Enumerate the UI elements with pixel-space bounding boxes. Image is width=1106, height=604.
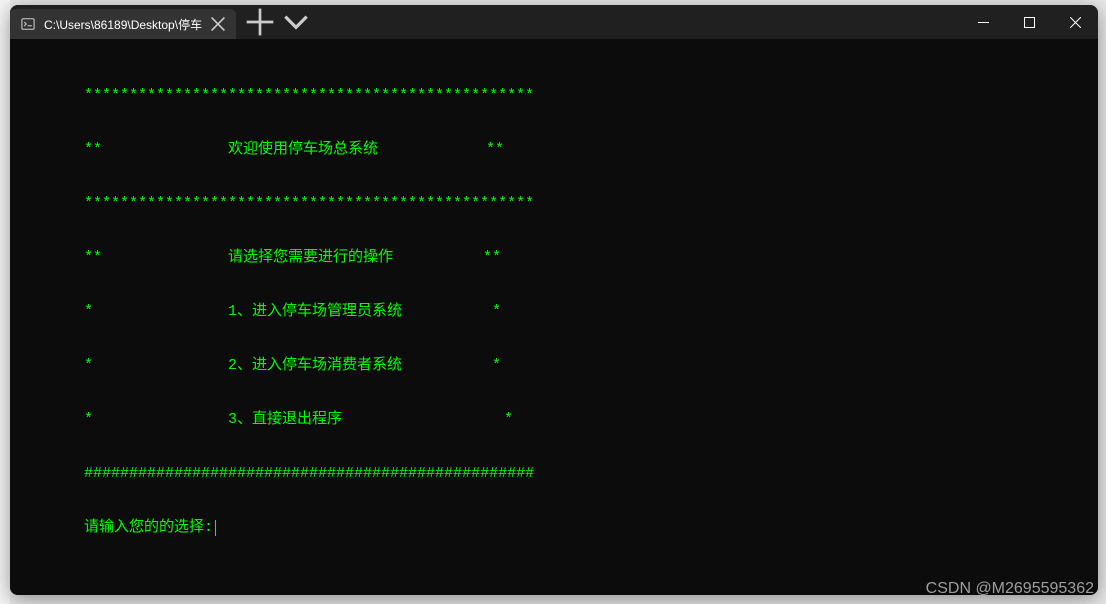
- output-line: ****************************************…: [14, 87, 1098, 105]
- output-line: * 3、直接退出程序 *: [14, 411, 1098, 429]
- close-tab-icon[interactable]: [210, 16, 226, 32]
- output-line: * 2、进入停车场消费者系统 *: [14, 357, 1098, 375]
- titlebar: C:\Users\86189\Desktop\停车: [10, 5, 1098, 39]
- minimize-button[interactable]: [960, 5, 1006, 39]
- tab-active[interactable]: C:\Users\86189\Desktop\停车: [10, 9, 236, 39]
- terminal-body[interactable]: ****************************************…: [10, 39, 1098, 595]
- terminal-window: C:\Users\86189\Desktop\停车: [10, 5, 1098, 595]
- tabbar-controls: [236, 5, 312, 39]
- tab-dropdown-button[interactable]: [280, 7, 312, 37]
- output-line: ** 欢迎使用停车场总系统 **: [14, 141, 1098, 159]
- terminal-icon: [20, 16, 36, 32]
- new-tab-button[interactable]: [244, 7, 276, 37]
- maximize-button[interactable]: [1006, 5, 1052, 39]
- prompt-text: 请输入您的的选择:: [84, 519, 213, 537]
- terminal-output: ****************************************…: [10, 51, 1098, 573]
- prompt-line: 请输入您的的选择:: [14, 519, 1098, 537]
- output-line: * 1、进入停车场管理员系统 *: [14, 303, 1098, 321]
- output-line: ** 请选择您需要进行的操作 **: [14, 249, 1098, 267]
- output-line: ########################################…: [14, 465, 1098, 483]
- close-window-button[interactable]: [1052, 5, 1098, 39]
- cursor-icon: [215, 520, 216, 536]
- window-controls: [960, 5, 1098, 39]
- output-line: ****************************************…: [14, 195, 1098, 213]
- tab-title: C:\Users\86189\Desktop\停车: [44, 16, 202, 33]
